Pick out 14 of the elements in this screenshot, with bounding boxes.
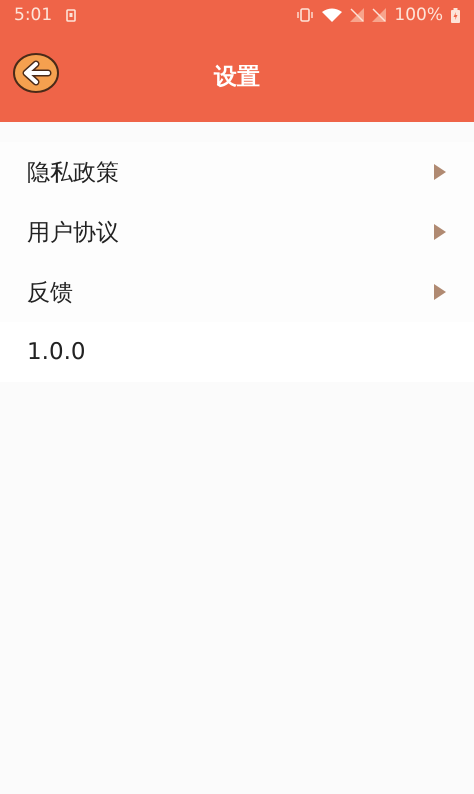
chevron-right-icon <box>434 224 446 240</box>
back-button[interactable] <box>12 52 60 94</box>
chevron-right-icon <box>434 164 446 180</box>
chevron-right-icon <box>434 284 446 300</box>
version-text: 1.0.0 <box>27 339 86 365</box>
wifi-icon <box>322 8 342 22</box>
status-time: 5:01 <box>14 5 52 25</box>
no-signal-icon <box>350 8 364 22</box>
battery-level: 100% <box>394 5 443 25</box>
phone-icon <box>66 8 76 22</box>
page-title: 设置 <box>214 62 260 92</box>
vibrate-icon <box>296 8 314 22</box>
no-signal-icon <box>372 8 386 22</box>
battery-charging-icon <box>451 8 460 22</box>
